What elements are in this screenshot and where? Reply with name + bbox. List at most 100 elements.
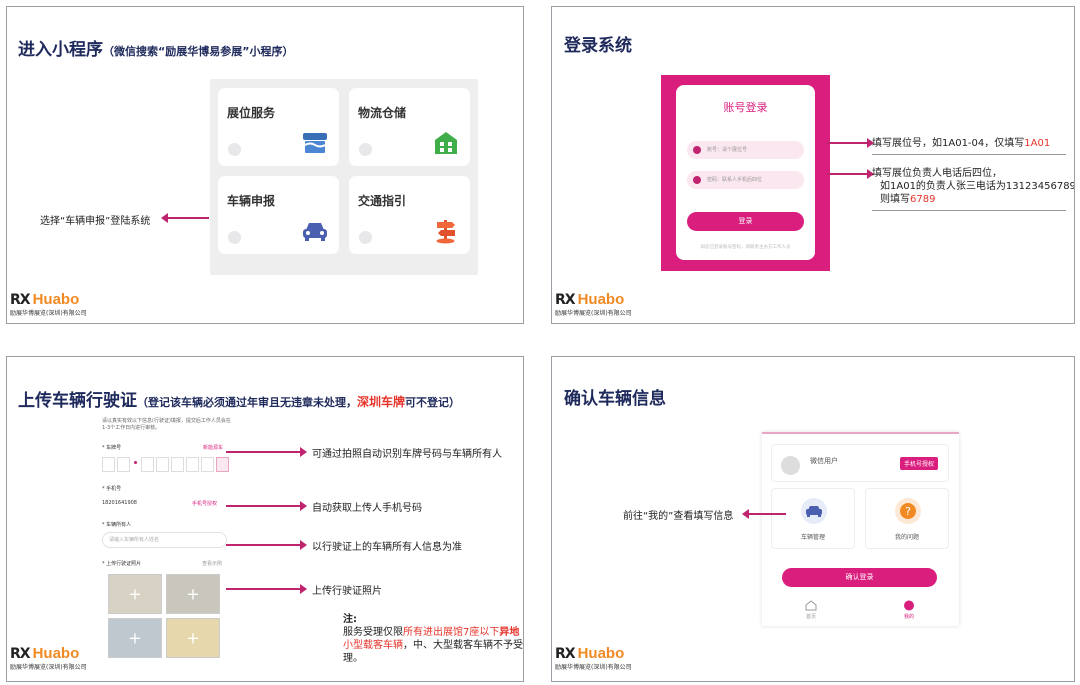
logo-mark: RX	[555, 292, 576, 308]
signpost-icon	[436, 220, 455, 244]
license-photo-upload[interactable]: +	[108, 618, 162, 658]
slide-confirm-vehicle: 确认车辆信息 微信用户 手机号授权 车辆管理 ? 我的问题 确认登录 首页 我的…	[551, 356, 1075, 682]
subtitle-part: ，	[346, 396, 357, 409]
warehouse-icon	[435, 132, 457, 154]
confirm-login-button[interactable]: 确认登录	[782, 568, 937, 587]
dot-icon	[359, 143, 372, 156]
plus-icon: +	[186, 628, 200, 648]
subtitle-highlight: 深圳车牌	[357, 395, 406, 409]
plate-char-input[interactable]	[171, 457, 184, 472]
avatar	[781, 456, 800, 475]
logo-mark: RX	[10, 646, 31, 662]
menu-card-logistics[interactable]: 物流仓储	[349, 88, 470, 166]
service-footnote: 注: 服务受理仅限所有进出展馆7座以下异地 小型载客车辆，中、大型载客车辆不予受…	[343, 613, 523, 665]
plate-char-input[interactable]	[201, 457, 214, 472]
owner-name-input[interactable]: 请输入车辆所有人姓名	[102, 532, 227, 548]
subtitle-part: （登记该车辆必须	[137, 396, 225, 409]
tab-home[interactable]: 首页	[796, 600, 826, 620]
title-text: 上传车辆行驶证	[18, 391, 137, 411]
plate-extra-input[interactable]	[216, 457, 229, 472]
login-button[interactable]: 登录	[687, 212, 804, 231]
tile-my-questions[interactable]: ? 我的问题	[865, 488, 949, 549]
callout-text: 如1A01的负责人张三电话为13123456789	[880, 181, 1075, 192]
plate-char-input[interactable]	[102, 457, 115, 472]
user-icon	[693, 146, 701, 154]
license-photo-upload[interactable]: +	[166, 618, 220, 658]
menu-card-vehicle-report[interactable]: 车辆申报	[218, 176, 339, 254]
vehicle-form: 请以真实有效以下信息(行驶证)填报，提交后工作人员会在 1-3个工作日内进行审核…	[98, 413, 232, 663]
company-logo: RX Huabo 励展华博展览(深圳)有限公司	[10, 289, 87, 317]
question-icon: ?	[895, 498, 921, 524]
slide-enter-miniprogram: 进入小程序（微信搜索“励展华博易参展”小程序） 展位服务 物流仓储 车辆申报 交…	[6, 6, 524, 324]
menu-card-traffic-guide[interactable]: 交通指引	[349, 176, 470, 254]
plate-char-input[interactable]	[117, 457, 130, 472]
logo-brand: Huabo	[32, 291, 80, 308]
callout-password: 填写展位负责人电话后四位， 如1A01的负责人张三电话为13123456789 …	[872, 167, 1074, 211]
subtitle-highlight: 通过年审且无违章未处理	[225, 396, 346, 409]
license-photo-upload[interactable]: +	[166, 574, 220, 614]
menu-card-label: 车辆申报	[227, 194, 276, 208]
license-photo-upload[interactable]: +	[108, 574, 162, 614]
account-input[interactable]: 账号：请个展位号	[687, 141, 804, 159]
plate-char-input[interactable]	[186, 457, 199, 472]
miniprogram-menu: 展位服务 物流仓储 车辆申报 交通指引	[210, 79, 478, 275]
phone-authorize-button[interactable]: 手机号授权	[192, 500, 217, 507]
instruction-note: 上传行驶证照片	[312, 586, 382, 597]
menu-card-label: 交通指引	[358, 194, 407, 208]
slide-login-system: 登录系统 账号登录 账号：请个展位号 密码：联系人手机后四位 登录 如您已登录账…	[551, 6, 1075, 324]
phone-authorize-button[interactable]: 手机号授权	[899, 457, 938, 470]
pointer-arrow	[226, 540, 307, 550]
pointer-arrow	[742, 509, 786, 519]
user-name: 微信用户	[810, 457, 838, 465]
tab-label: 我的	[903, 614, 914, 620]
login-heading: 账号登录	[723, 101, 768, 114]
slide-title: 确认车辆信息	[564, 389, 666, 409]
car-icon	[801, 498, 827, 524]
logo-mark: RX	[10, 292, 31, 308]
callout-text: 填写展位号，如1A01-04，仅填写	[872, 138, 1025, 149]
company-logo: RX Huabo 励展华博展览(深圳)有限公司	[555, 643, 632, 671]
footnote-highlight: 异地	[499, 627, 520, 638]
plus-icon: +	[128, 628, 142, 648]
footnote-text: 服务受理仅限	[343, 627, 403, 638]
slide-title: 进入小程序（微信搜索“励展华博易参展”小程序）	[18, 35, 293, 60]
title-text: 进入小程序	[18, 40, 103, 60]
instruction-note: 以行驶证上的车辆所有人信息为准	[312, 542, 462, 553]
slide-title: 登录系统	[564, 36, 632, 56]
pointer-arrow	[827, 138, 874, 148]
instruction-note: 可通过拍照自动识别车牌号码与车辆所有人	[312, 449, 502, 460]
pointer-arrow	[161, 213, 209, 223]
form-intro: 请以真实有效以下信息(行驶证)填报，提交后工作人员会在	[102, 418, 231, 424]
logo-brand: Huabo	[32, 645, 80, 662]
home-icon	[805, 600, 817, 611]
instruction-note: 自动获取上传人手机号码	[312, 503, 422, 514]
logo-mark: RX	[555, 646, 576, 662]
tab-mine[interactable]: 我的	[894, 600, 924, 620]
menu-card-booth-service[interactable]: 展位服务	[218, 88, 339, 166]
new-energy-toggle[interactable]: 新能源车	[203, 444, 223, 451]
company-logo: RX Huabo 励展华博展览(深圳)有限公司	[10, 643, 87, 671]
photo-label: * 上传行驶证照片	[102, 561, 142, 567]
owner-label: * 车辆所有人	[102, 522, 132, 528]
footnote-highlight: 小型载客车辆	[343, 640, 403, 651]
subtitle-part: ）	[449, 396, 461, 409]
phone-value: 18201641908	[102, 500, 137, 506]
plate-char-input[interactable]	[156, 457, 169, 472]
instruction-note: 选择“车辆申报”登陆系统	[40, 216, 151, 227]
footnote-label: 注:	[343, 614, 357, 625]
plus-icon: +	[186, 584, 200, 604]
tile-label: 车辆管理	[800, 534, 825, 541]
logo-company: 励展华博展览(深圳)有限公司	[10, 310, 87, 317]
tile-vehicle-management[interactable]: 车辆管理	[771, 488, 855, 549]
svg-text:?: ?	[905, 505, 911, 518]
tile-label: 我的问题	[894, 534, 919, 541]
subtitle-highlight: 可不登记	[405, 396, 450, 409]
view-example-link[interactable]: 查看示例	[202, 560, 222, 567]
dot-icon	[228, 143, 241, 156]
logo-company: 励展华博展览(深圳)有限公司	[10, 664, 87, 671]
password-input[interactable]: 密码：联系人手机后四位	[687, 171, 804, 189]
title-subtitle: （微信搜索“励展华博易参展”小程序）	[103, 45, 294, 58]
tab-label: 首页	[805, 614, 816, 620]
callout-highlight: 6789	[910, 194, 936, 205]
plate-char-input[interactable]	[141, 457, 154, 472]
